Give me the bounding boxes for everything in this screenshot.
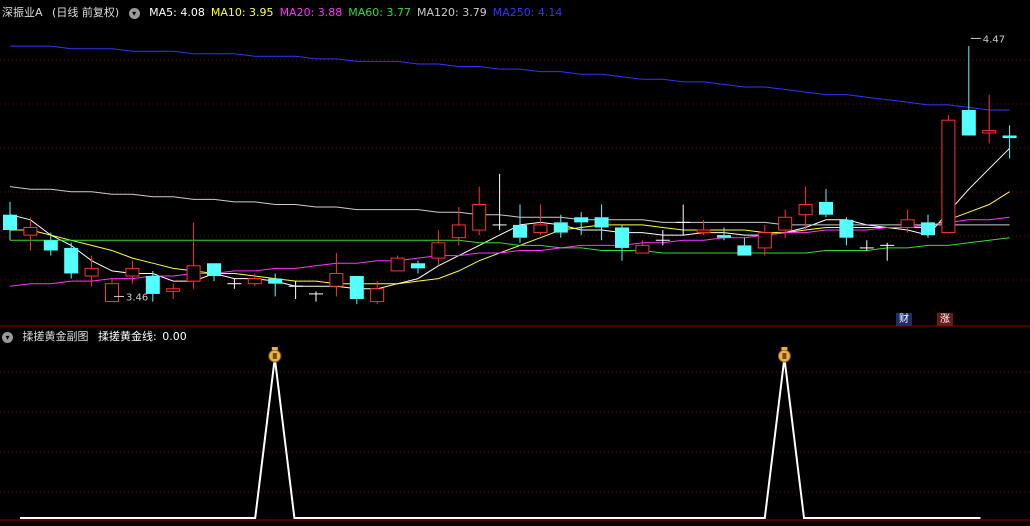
candle-body (84, 267, 99, 277)
candle-body (472, 203, 487, 231)
candle-body (533, 224, 548, 234)
candle-body (513, 224, 527, 238)
candle-body (798, 203, 813, 216)
candle-body (574, 217, 589, 223)
candle-body (105, 283, 119, 303)
candle-body (717, 235, 731, 238)
ma-line-ma120 (9, 186, 1010, 226)
candle-body (819, 201, 833, 215)
candle-body (431, 242, 446, 259)
limit-up-badge[interactable]: 涨 (937, 313, 953, 326)
candlesticks (3, 46, 1017, 305)
candle-body (1002, 135, 1017, 139)
candle-body (145, 276, 160, 294)
candle-body (43, 240, 58, 251)
ma-line-ma5 (9, 147, 1010, 290)
ma-line-ma60 (10, 237, 1010, 254)
candle-body (553, 222, 568, 233)
candle-body (737, 245, 752, 256)
finance-badge[interactable]: 财 (896, 313, 912, 326)
ma-line-ma10 (10, 191, 1010, 285)
candle-body (594, 217, 609, 228)
candle-body (207, 263, 221, 277)
candle-body (778, 216, 793, 231)
candle-body (329, 272, 344, 287)
ma-line-ma250 (10, 45, 1010, 111)
price-annotations: 3.46 4.47 (114, 34, 1005, 303)
candle-body (900, 219, 915, 228)
candle-body (186, 265, 201, 282)
candle-body (125, 267, 140, 277)
candle-body (982, 129, 997, 134)
candle-body (166, 288, 181, 292)
candle-body (961, 109, 976, 136)
rucuo-golden-line (20, 357, 981, 519)
money-bag-icon (777, 347, 791, 363)
candle-body (451, 224, 466, 239)
candle-body (370, 288, 385, 303)
candle-body (349, 276, 364, 300)
candle-body (23, 226, 38, 236)
moving-average-lines (9, 45, 1010, 290)
candle-body (411, 263, 425, 269)
candle-body (64, 247, 79, 274)
money-bag-icon (268, 347, 282, 363)
low-price-label: 3.46 (126, 292, 148, 303)
candle-body (268, 278, 283, 284)
candle-body (615, 227, 629, 248)
candle-body (839, 219, 854, 238)
kline-chart[interactable]: 3.46 4.47 (0, 0, 1030, 526)
candle-body (3, 214, 17, 231)
high-price-label: 4.47 (983, 34, 1005, 45)
candle-body (635, 244, 650, 254)
candle-body (696, 229, 711, 234)
candle-body (757, 232, 772, 249)
candle-body (941, 119, 956, 234)
candle-body (390, 257, 405, 272)
candle-body (247, 278, 262, 285)
candle-body (921, 222, 935, 236)
